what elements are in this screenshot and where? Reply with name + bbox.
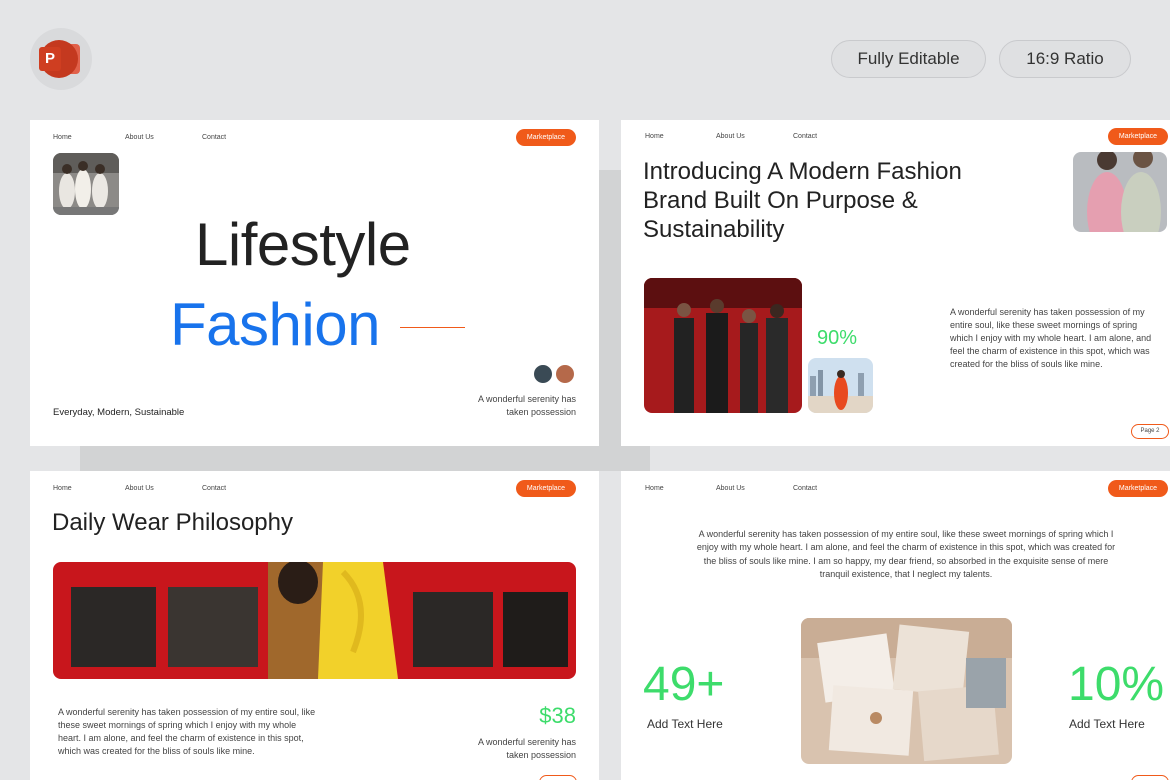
nav-about-link[interactable]: About Us	[716, 133, 745, 140]
stat-left-label: Add Text Here	[647, 717, 723, 731]
nav-contact-link[interactable]: Contact	[202, 485, 226, 492]
ratio-badge: 16:9 Ratio	[999, 40, 1131, 78]
percent-stat: 90%	[817, 327, 858, 349]
stat-right-number: 10%	[1068, 658, 1165, 711]
slide-daily-wear[interactable]: Home About Us Contact Marketplace Daily …	[30, 471, 599, 780]
marketplace-button[interactable]: Marketplace	[1108, 480, 1168, 497]
nav-about-link[interactable]: About Us	[716, 485, 745, 492]
group-photo	[53, 153, 119, 215]
title-lifestyle: Lifestyle	[195, 211, 411, 278]
description-text: A wonderful serenity has taken possessio…	[696, 529, 1116, 579]
avatar	[533, 364, 553, 384]
nav-about-link[interactable]: About Us	[125, 134, 154, 141]
accent-line	[400, 327, 465, 328]
nav-home-link[interactable]: Home	[53, 485, 72, 492]
nav-contact-link[interactable]: Contact	[202, 134, 226, 141]
nav-home-link[interactable]: Home	[53, 134, 72, 141]
price-caption-text: A wonderful serenity has taken possessio…	[477, 737, 576, 760]
nav-about-link[interactable]: About Us	[125, 485, 154, 492]
slide-shadow	[599, 170, 621, 446]
woman-window-photo	[53, 562, 576, 679]
nav-contact-link[interactable]: Contact	[793, 485, 817, 492]
couple-photo	[1073, 152, 1167, 232]
slide-stats[interactable]: Home About Us Contact Marketplace A wond…	[621, 471, 1170, 780]
nav-home-link[interactable]: Home	[645, 485, 664, 492]
fully-editable-badge: Fully Editable	[831, 40, 986, 78]
slide-introducing-brand[interactable]: Home About Us Contact Marketplace Introd…	[621, 120, 1170, 446]
page-number-badge	[1131, 775, 1169, 780]
tagline-text: Everyday, Modern, Sustainable	[53, 407, 185, 418]
nav-contact-link[interactable]: Contact	[793, 133, 817, 140]
slide-shadow	[80, 446, 650, 471]
caption-text: A wonderful serenity has taken possessio…	[477, 394, 576, 417]
marketplace-button[interactable]: Marketplace	[516, 480, 576, 497]
slide-title: Introducing A Modern Fashion Brand Built…	[643, 158, 962, 243]
city-photo	[808, 358, 873, 413]
powerpoint-logo-icon: P	[30, 28, 92, 90]
nav-home-link[interactable]: Home	[645, 133, 664, 140]
marketplace-button[interactable]: Marketplace	[516, 129, 576, 146]
slide-lifestyle-fashion[interactable]: Home About Us Contact Marketplace Lifest…	[30, 120, 599, 446]
description-text: A wonderful serenity has taken possessio…	[58, 707, 316, 756]
page-number-badge: Page 2	[1131, 424, 1169, 439]
description-text: A wonderful serenity has taken possessio…	[950, 307, 1152, 369]
slide-title: Daily Wear Philosophy	[52, 509, 293, 536]
photo-collage	[801, 618, 1012, 764]
marketplace-button[interactable]: Marketplace	[1108, 128, 1168, 145]
stat-right-label: Add Text Here	[1069, 717, 1145, 731]
stat-left-number: 49+	[643, 658, 725, 711]
avatar	[555, 364, 575, 384]
models-red-photo	[644, 278, 802, 413]
title-fashion: Fashion	[170, 291, 380, 358]
price-stat: $38	[539, 703, 576, 728]
page-number-badge	[539, 775, 577, 780]
